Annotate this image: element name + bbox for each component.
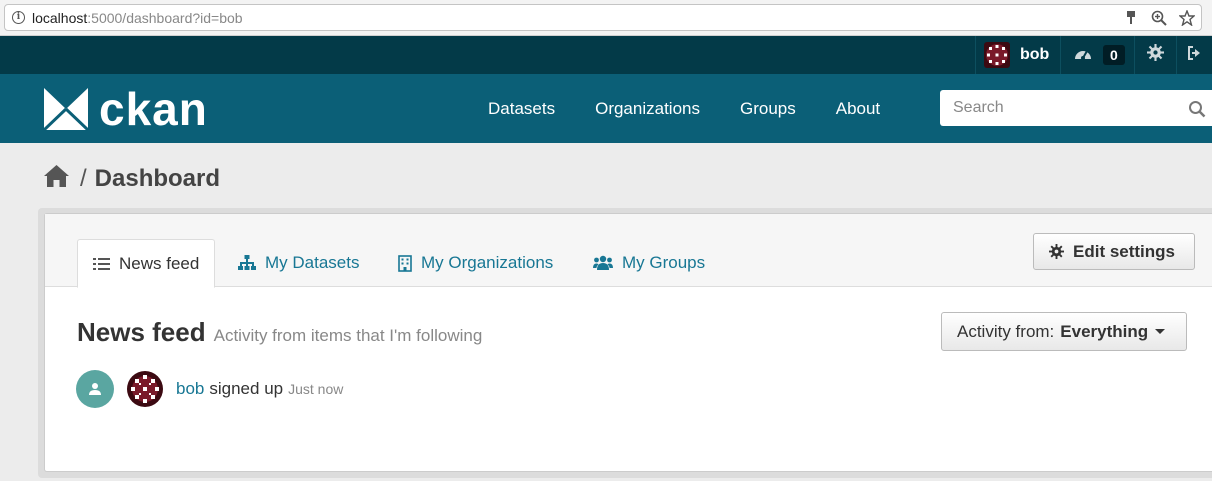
activity-item: bob signed up Just now [76,370,343,408]
activity-filter-value: Everything [1060,321,1149,341]
building-icon [398,254,412,272]
dashboard-icon [1073,45,1093,66]
account-masthead: bob 0 [0,36,1212,74]
search-icon[interactable] [1188,100,1206,123]
card-header: News feed My Datasets My Organizations M… [45,214,1212,288]
caret-down-icon [1155,329,1166,334]
zoom-icon[interactable] [1151,10,1167,26]
nav-groups[interactable]: Groups [740,99,796,119]
user-avatar [984,42,1010,68]
activity-filter-dropdown[interactable]: Activity from: Everything [941,312,1187,351]
paintbrush-icon[interactable] [1123,10,1139,26]
user-activity-icon [76,370,114,408]
breadcrumb-separator: / [80,164,87,192]
edit-settings-label: Edit settings [1073,241,1176,261]
tab-label: My Organizations [421,253,554,272]
tab-my-groups[interactable]: My Groups [593,239,705,287]
ckan-logo-icon [43,88,89,131]
users-icon [593,255,613,271]
site-logo[interactable]: ckan [43,83,208,135]
tab-label: My Groups [622,253,706,272]
nav-organizations[interactable]: Organizations [595,99,700,119]
search-input[interactable] [940,90,1212,126]
logout-link[interactable] [1176,36,1212,74]
account-settings-link[interactable] [1134,36,1176,74]
main-masthead: ckan Datasets Organizations Groups About [0,74,1212,143]
tab-my-organizations[interactable]: My Organizations [398,239,553,287]
tab-my-datasets[interactable]: My Datasets [238,239,359,287]
tab-news-feed[interactable]: News feed [77,239,216,288]
feed-title: News feed [77,317,206,347]
bookmark-star-icon[interactable] [1178,9,1196,27]
main-nav: Datasets Organizations Groups About [488,74,920,143]
breadcrumb: / Dashboard [43,164,220,193]
dashboard-link[interactable]: 0 [1060,36,1134,74]
activity-action: signed up [209,379,284,398]
browser-toolbar: i localhost:5000/dashboard?id=bob [0,0,1212,36]
info-icon[interactable]: i [12,11,25,24]
list-icon [93,257,110,271]
activity-user-link[interactable]: bob [176,379,204,399]
gear-icon [1147,44,1164,66]
activity-user-avatar[interactable] [126,370,164,408]
activity-time: Just now [288,381,344,397]
sitemap-icon [238,255,256,271]
tab-label: My Datasets [265,253,360,272]
account-username[interactable]: bob [1020,46,1049,64]
url-actions [1123,9,1196,27]
sign-out-icon [1187,45,1203,66]
breadcrumb-current[interactable]: Dashboard [95,165,220,193]
search-form [940,90,1212,126]
address-bar[interactable]: i localhost:5000/dashboard?id=bob [4,4,1202,31]
dashboard-count-badge: 0 [1103,45,1125,65]
logo-text: ckan [99,83,208,135]
gear-icon [1049,244,1064,259]
tab-label: News feed [119,253,200,273]
nav-about[interactable]: About [836,99,880,119]
nav-datasets[interactable]: Datasets [488,99,555,119]
feed-heading: News feed Activity from items that I'm f… [77,317,482,348]
dashboard-card: News feed My Datasets My Organizations M… [44,213,1212,472]
account-user-link[interactable]: bob [975,36,1059,74]
url-text[interactable]: localhost:5000/dashboard?id=bob [32,10,243,26]
edit-settings-button[interactable]: Edit settings [1033,233,1195,270]
activity-filter-label: Activity from: [957,321,1055,341]
feed-subtitle: Activity from items that I'm following [213,326,483,345]
home-icon[interactable] [43,164,70,193]
